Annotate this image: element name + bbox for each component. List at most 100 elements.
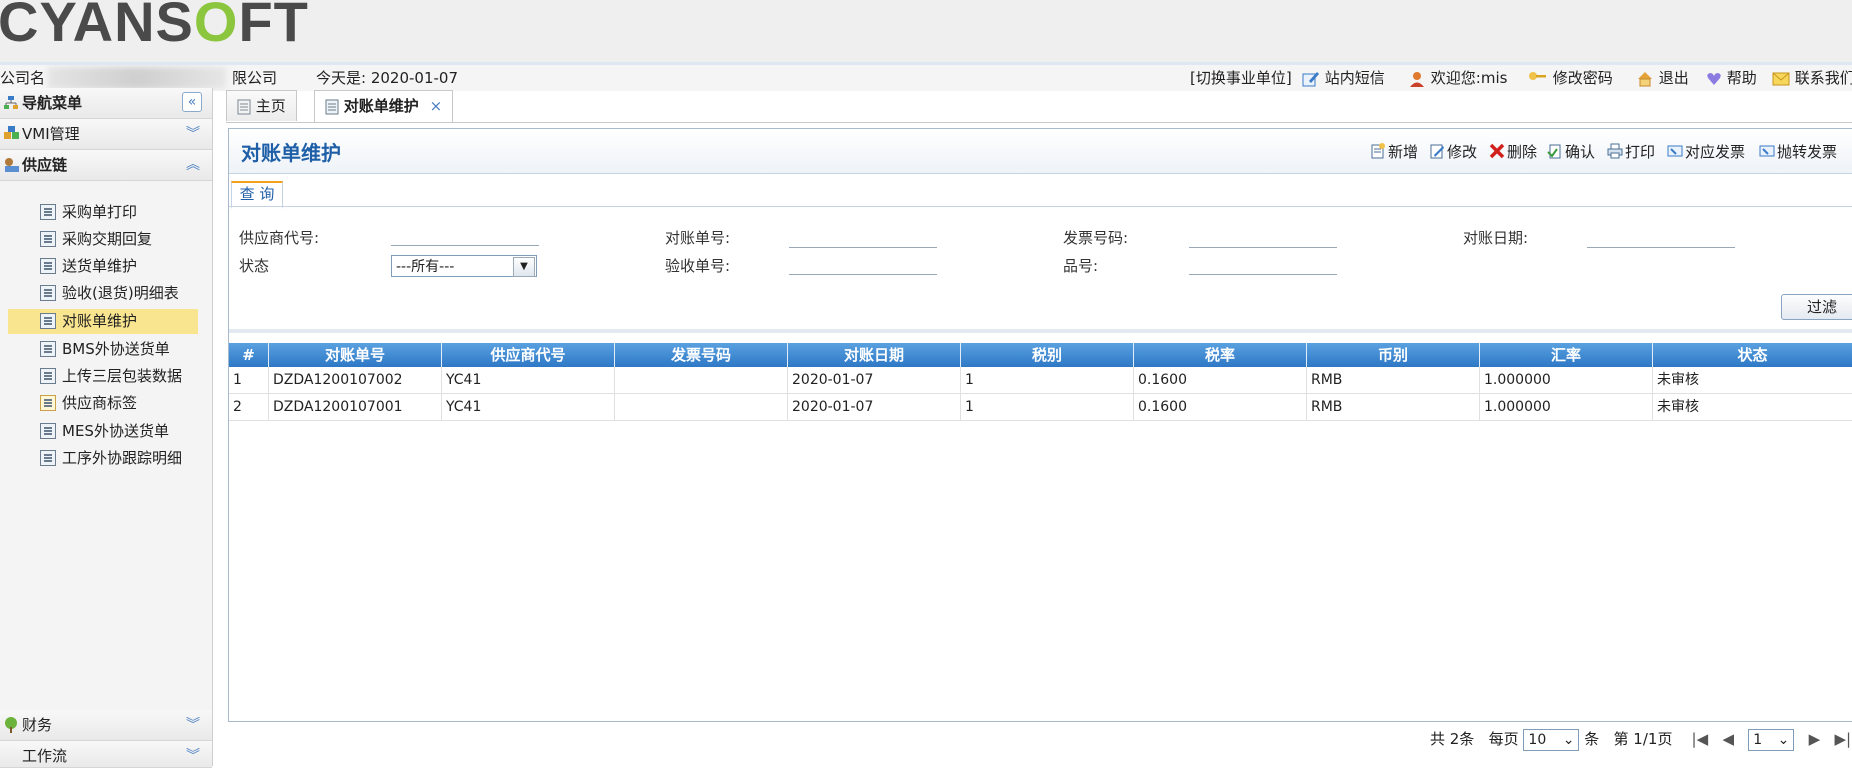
accordion-workflow-label: 工作流 [22, 747, 68, 765]
expand-chevron-icon: ︾ [186, 126, 200, 142]
accordion-workflow[interactable]: 工作流 ︾ [0, 741, 212, 768]
supplier-code-label: 供应商代号: [239, 229, 320, 247]
delete-x-icon [1489, 143, 1505, 158]
envelope-icon [1772, 72, 1790, 85]
form-icon [40, 449, 56, 466]
form-icon [325, 99, 339, 114]
statement-no-label: 对账单号: [665, 229, 731, 247]
statement-date-label: 对账日期: [1463, 229, 1529, 247]
accordion-vmi[interactable]: VMI管理 ︾ [0, 119, 212, 150]
accordion-supply-chain[interactable]: 供应链 ︽ [0, 150, 212, 181]
invoice-icon [1759, 145, 1775, 156]
app-header: CYANSOFT [0, 0, 1852, 62]
next-page-icon[interactable]: ▶ [1809, 730, 1821, 748]
panel-title: 对账单维护 [241, 141, 341, 165]
expand-chevron-icon: ︾ [186, 717, 200, 733]
sidebar-item-bms-delivery[interactable]: BMS外协送货单 [40, 337, 170, 361]
form-icon [40, 340, 56, 357]
per-page-unit: 条 [1584, 730, 1600, 748]
navigation-sidebar: 导航菜单 « VMI管理 ︾ 供应链 ︽ 采购单打印 采购交期回复 送货单维护 … [0, 88, 213, 768]
new-doc-icon [1371, 142, 1385, 158]
column-header[interactable]: 状态 [1653, 343, 1852, 367]
status-select[interactable]: ---所有--- ▼ [391, 255, 537, 277]
expand-chevron-icon: ︾ [186, 748, 200, 764]
part-no-field[interactable] [1189, 274, 1337, 275]
prev-page-icon[interactable]: ◀ [1722, 730, 1734, 748]
form-icon [40, 367, 56, 384]
column-header[interactable]: # [229, 343, 269, 367]
receipt-no-field[interactable] [789, 274, 937, 275]
add-button[interactable]: 新增 [1370, 141, 1418, 162]
user-icon [1410, 71, 1424, 87]
sidebar-item-statement[interactable]: 对账单维护 [40, 309, 137, 333]
accordion-finance[interactable]: 财务 ︾ [0, 710, 212, 741]
nav-menu-title: 导航菜单 [22, 94, 83, 112]
sidebar-item-mes-delivery[interactable]: MES外协送货单 [40, 419, 169, 443]
tab-statement[interactable]: 对账单维护 × [314, 90, 454, 122]
company-name-redacted [48, 67, 226, 89]
printer-icon [1607, 143, 1623, 158]
sidebar-item-delivery-note[interactable]: 送货单维护 [40, 254, 137, 278]
print-button[interactable]: 打印 [1607, 141, 1655, 162]
page-info: 第 1/1页 [1613, 730, 1673, 748]
accordion-vmi-label: VMI管理 [22, 125, 80, 143]
status-label: 状态 [239, 257, 270, 275]
form-icon [40, 284, 56, 301]
supplier-code-field[interactable] [391, 245, 539, 246]
transfer-invoice-button[interactable]: 抛转发票 [1759, 141, 1837, 162]
last-page-icon[interactable]: ▶| [1834, 730, 1851, 748]
sidebar-item-receipt-details[interactable]: 验收(退货)明细表 [40, 281, 179, 305]
part-no-label: 品号: [1063, 257, 1099, 275]
sidebar-item-upload-packaging[interactable]: 上传三层包装数据 [40, 364, 182, 388]
page-select[interactable]: 1 ⌄ [1748, 728, 1795, 751]
boxes-icon [4, 126, 19, 139]
column-header[interactable]: 汇率 [1480, 343, 1653, 367]
nav-menu-header: 导航菜单 « [0, 88, 212, 119]
invoice-no-label: 发票号码: [1063, 229, 1129, 247]
invoice-no-field[interactable] [1189, 247, 1337, 248]
sidebar-item-process-tracking[interactable]: 工序外协跟踪明细 [40, 446, 182, 470]
sidebar-item-supplier-label[interactable]: 供应商标签 [40, 391, 137, 415]
form-icon [40, 230, 56, 247]
column-header[interactable]: 对账日期 [788, 343, 961, 367]
first-page-icon[interactable]: |◀ [1692, 730, 1709, 748]
heart-icon [1707, 72, 1721, 85]
per-page-select[interactable]: 10 ⌄ [1523, 728, 1580, 751]
column-header[interactable]: 币别 [1307, 343, 1480, 367]
query-tab[interactable]: 查 询 [231, 181, 283, 209]
column-header[interactable]: 发票号码 [615, 343, 788, 367]
page-icon [237, 99, 251, 114]
collapse-sidebar-icon[interactable]: « [182, 92, 202, 112]
sidebar-item-po-delivery-reply[interactable]: 采购交期回复 [40, 227, 152, 251]
column-header[interactable]: 税率 [1134, 343, 1307, 367]
per-page-label: 每页 [1488, 730, 1519, 748]
column-header[interactable]: 税别 [961, 343, 1134, 367]
statement-no-field[interactable] [789, 247, 937, 248]
form-icon [40, 203, 56, 220]
tab-strip: 主页 对账单维护 × [226, 88, 1852, 123]
collapse-chevron-icon: ︽ [186, 157, 200, 173]
confirm-button[interactable]: 确认 [1547, 141, 1595, 162]
tab-close-icon[interactable]: × [430, 97, 443, 115]
key-icon [1529, 71, 1546, 80]
match-invoice-button[interactable]: 对应发票 [1667, 141, 1745, 162]
form-icon [40, 422, 56, 439]
statement-date-field[interactable] [1587, 247, 1735, 248]
money-tree-icon [5, 717, 17, 733]
supply-chain-icon [5, 158, 19, 172]
tab-home[interactable]: 主页 [226, 90, 297, 121]
filter-button[interactable]: 过滤 [1781, 294, 1852, 320]
chevron-down-icon: ⌄ [1777, 731, 1790, 748]
sitemap-icon [4, 96, 18, 109]
form-icon [40, 312, 56, 329]
delete-button[interactable]: 删除 [1489, 141, 1537, 162]
invoice-icon [1667, 145, 1683, 156]
column-header[interactable]: 供应商代号 [442, 343, 615, 367]
query-separator [229, 329, 1852, 333]
column-header[interactable]: 对账单号 [269, 343, 442, 367]
edit-button[interactable]: 修改 [1429, 141, 1477, 162]
info-bar: 公司名 限公司 今天是: 2020-01-07 [切换事业单位] 站内短信 欢迎… [0, 62, 1852, 91]
sidebar-item-po-print[interactable]: 采购单打印 [40, 200, 137, 224]
chevron-down-icon: ▼ [513, 257, 535, 277]
query-tab-divider [229, 206, 1852, 207]
